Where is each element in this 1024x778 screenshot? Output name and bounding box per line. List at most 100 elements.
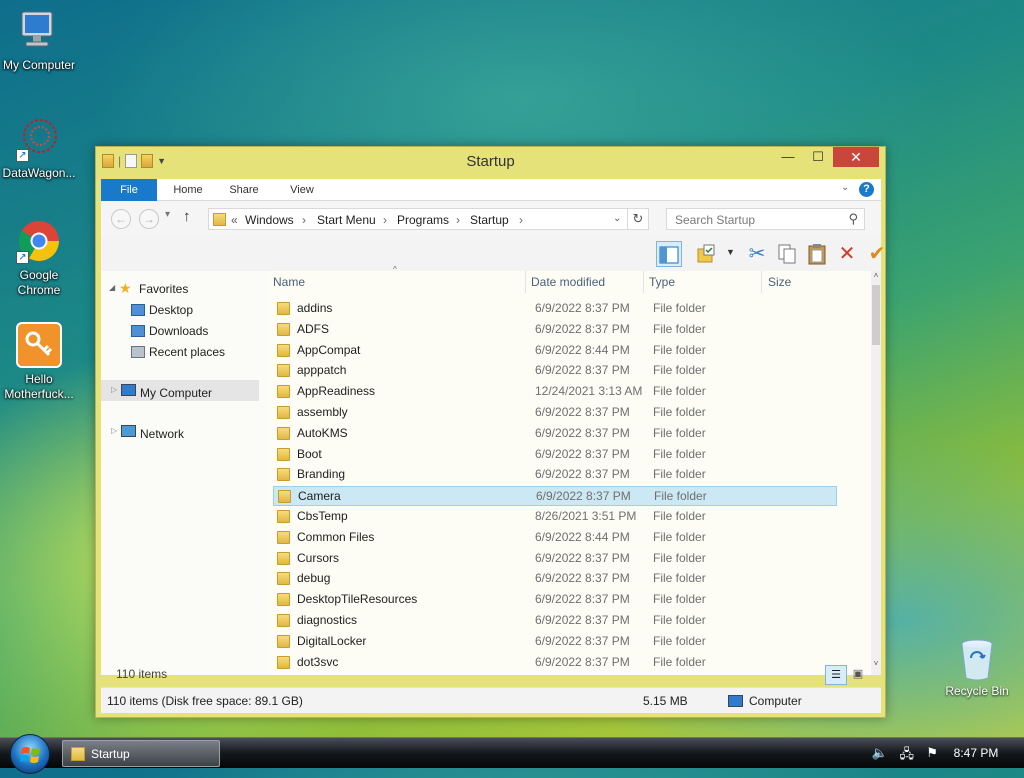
clock[interactable]: 8:47 PM <box>950 746 1002 760</box>
file-date: 6/9/2022 8:44 PM <box>535 342 630 357</box>
folder-icon <box>277 593 290 607</box>
file-row[interactable]: DigitalLocker 6/9/2022 8:37 PM File folder <box>273 632 837 652</box>
close-button[interactable]: ✕ <box>833 147 879 167</box>
minimize-button[interactable]: — <box>773 147 803 167</box>
nav-downloads[interactable]: Downloads <box>149 324 208 338</box>
breadcrumb-windows[interactable]: Windows <box>245 213 294 227</box>
file-type: File folder <box>653 301 706 315</box>
back-button[interactable]: ← <box>111 209 131 229</box>
file-row[interactable]: DesktopTileResources 6/9/2022 8:37 PM File… <box>273 590 837 610</box>
file-row[interactable]: assembly 6/9/2022 8:37 PM File folder <box>273 403 837 423</box>
network-status-icon[interactable]: 🖧 <box>900 745 915 767</box>
file-date: 6/9/2022 8:37 PM <box>535 363 630 378</box>
breadcrumb-programs[interactable]: Programs <box>397 213 449 227</box>
refresh-button[interactable]: ↻ <box>627 208 649 230</box>
desktop-icon-hello[interactable]: Hello Motherfuck... <box>0 322 81 402</box>
scroll-down-icon[interactable]: ˅ <box>871 659 881 668</box>
cut-icon[interactable]: ✂ <box>744 241 770 267</box>
nav-my-computer[interactable]: My Computer <box>140 386 212 400</box>
taskbar-item-startup[interactable]: Startup <box>62 740 220 767</box>
scrollbar-thumb[interactable] <box>872 285 880 345</box>
up-button[interactable]: ↑ <box>183 208 191 225</box>
title-bar[interactable]: | ▼ Startup — ☐ ✕ <box>96 147 885 177</box>
scroll-up-icon[interactable]: ˄ <box>871 271 881 280</box>
column-date-modified[interactable]: Date modified <box>531 275 605 289</box>
tab-share[interactable]: Share <box>219 179 269 201</box>
nav-recent-places[interactable]: Recent places <box>149 345 225 359</box>
taskbar-item-label: Startup <box>91 747 130 761</box>
help-icon[interactable]: ? <box>859 182 874 197</box>
tab-file[interactable]: File <box>101 179 157 201</box>
folder-icon <box>277 530 290 544</box>
vertical-scrollbar[interactable]: ˄ ˅ <box>871 271 881 675</box>
breadcrumb-startup[interactable]: Startup <box>470 213 509 227</box>
file-row[interactable]: Boot 6/9/2022 8:37 PM File folder <box>273 445 837 465</box>
forward-button[interactable]: → <box>139 209 159 229</box>
file-row[interactable]: ADFS 6/9/2022 8:37 PM File folder <box>273 320 837 340</box>
collapse-arrow-icon[interactable]: ▷ <box>111 385 117 394</box>
breadcrumb-separator: › <box>519 213 523 227</box>
select-dropdown-icon[interactable]: ▼ <box>726 247 735 257</box>
desktop-icon-datawagon[interactable]: ↗ DataWagon... <box>0 116 81 181</box>
explorer-window[interactable]: | ▼ Startup — ☐ ✕ File Home Share View ⌄… <box>95 146 886 718</box>
desktop-icon-label: My Computer <box>2 58 76 72</box>
address-field[interactable]: « Windows › Start Menu › Programs › Star… <box>208 208 628 230</box>
desktop-icon-recycle-bin[interactable]: Recycle Bin <box>940 636 1014 698</box>
copy-icon[interactable] <box>774 241 800 267</box>
desktop-icon-label: Hello Motherfuck... <box>4 372 74 401</box>
folder-icon <box>277 302 290 315</box>
preview-pane-icon[interactable] <box>656 241 682 267</box>
rename-check-icon[interactable]: ✔ <box>864 241 890 267</box>
breadcrumb-start-menu[interactable]: Start Menu <box>317 213 376 227</box>
desktop-icon-google-chrome[interactable]: ↗ Google Chrome <box>0 218 81 298</box>
file-row[interactable]: addins 6/9/2022 8:37 PM File folder <box>273 299 837 319</box>
delete-icon[interactable]: ✕ <box>834 241 860 267</box>
file-row[interactable]: Camera 6/9/2022 8:37 PM File folder <box>273 486 837 507</box>
search-box[interactable]: Search Startup ⚲ <box>666 208 865 230</box>
large-icons-view-icon[interactable]: ▣ <box>849 665 867 685</box>
nav-favorites[interactable]: Favorites <box>139 282 188 296</box>
folder-icon <box>277 406 290 419</box>
start-button[interactable] <box>10 734 50 774</box>
file-row[interactable]: Common Files 6/9/2022 8:44 PM File folder <box>273 528 837 548</box>
tab-home[interactable]: Home <box>163 179 213 201</box>
desktop-icon-my-computer[interactable]: My Computer <box>0 8 81 73</box>
paste-icon[interactable] <box>804 241 830 267</box>
file-name: addins <box>297 301 333 315</box>
maximize-button[interactable]: ☐ <box>803 147 833 167</box>
file-row[interactable]: Cursors 6/9/2022 8:37 PM File folder <box>273 549 837 569</box>
action-center-icon[interactable]: ⚑ <box>926 745 938 761</box>
nav-desktop[interactable]: Desktop <box>149 303 193 317</box>
file-row[interactable]: CbsTemp 8/26/2021 3:51 PM File folder <box>273 507 837 527</box>
file-type: File folder <box>653 405 706 419</box>
collapse-arrow-icon[interactable]: ▷ <box>111 426 117 435</box>
status-items-disk: 110 items (Disk free space: 89.1 GB) <box>107 694 303 708</box>
search-input[interactable]: Search Startup <box>675 213 755 227</box>
file-row[interactable]: AutoKMS 6/9/2022 8:37 PM File folder <box>273 424 837 444</box>
file-row[interactable]: debug 6/9/2022 8:37 PM File folder <box>273 569 837 589</box>
tab-view[interactable]: View <box>277 179 327 201</box>
volume-muted-icon[interactable]: 🔈 <box>872 745 888 761</box>
file-name: Branding <box>297 467 346 482</box>
column-type[interactable]: Type <box>649 275 675 289</box>
file-row[interactable]: apppatch 6/9/2022 8:37 PM File folder <box>273 361 837 381</box>
expand-arrow-icon[interactable]: ◢ <box>109 283 115 292</box>
file-row[interactable]: AppReadiness 12/24/2021 3:13 AM File folde… <box>273 382 837 402</box>
sort-ascending-icon: ^ <box>393 265 397 274</box>
nav-network[interactable]: Network <box>140 427 184 441</box>
expand-ribbon-icon[interactable]: ⌄ <box>841 182 849 193</box>
file-row[interactable]: dot3svc 6/9/2022 8:37 PM File folder <box>273 653 837 673</box>
breadcrumb-overflow[interactable]: « <box>231 213 238 227</box>
column-name[interactable]: Name <box>273 275 305 289</box>
file-row[interactable]: AppCompat 6/9/2022 8:44 PM File folder <box>273 341 837 361</box>
select-folder-icon[interactable] <box>694 241 720 267</box>
address-dropdown-icon[interactable]: ⌄ <box>613 213 621 224</box>
file-name: diagnostics <box>297 613 358 627</box>
recent-locations-icon[interactable]: ▾ <box>165 209 170 220</box>
column-size[interactable]: Size <box>768 275 791 289</box>
details-view-icon[interactable]: ☰ <box>825 665 847 685</box>
file-row[interactable]: Branding 6/9/2022 8:37 PM File folder <box>273 465 837 485</box>
file-row[interactable]: diagnostics 6/9/2022 8:37 PM File folder <box>273 611 837 631</box>
search-icon[interactable]: ⚲ <box>848 211 858 227</box>
folder-icon <box>277 322 290 336</box>
